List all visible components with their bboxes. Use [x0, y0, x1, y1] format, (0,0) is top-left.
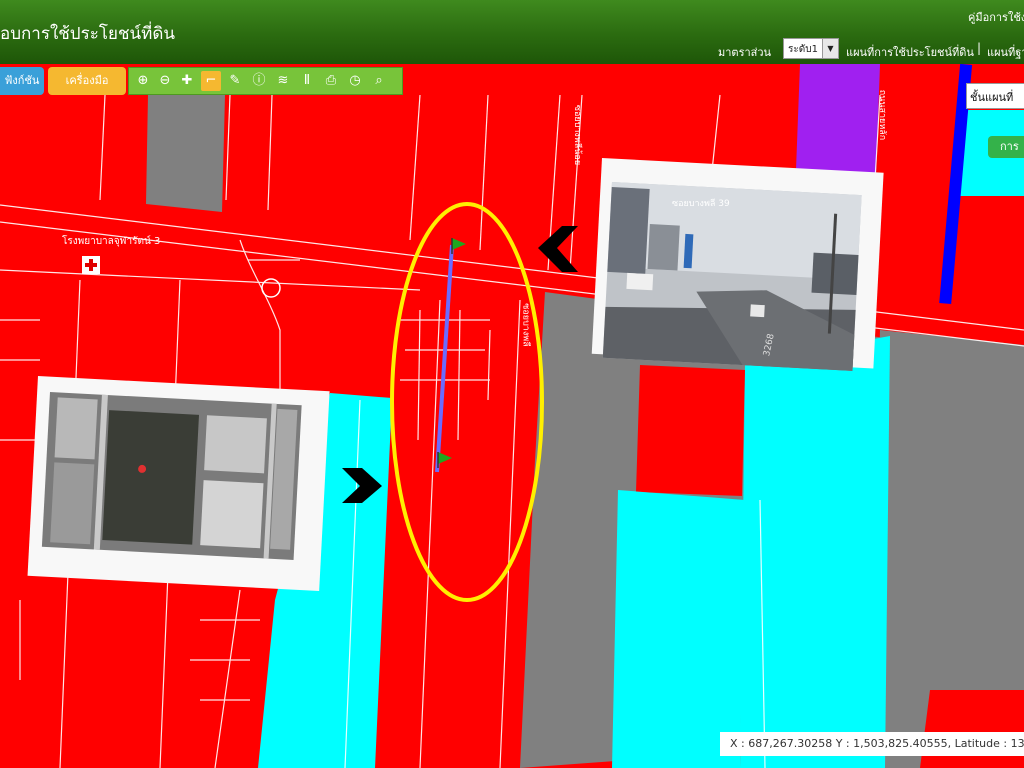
satellite-photo: [27, 376, 330, 592]
road-label-1: ซอยบางพลีน้อย: [572, 104, 583, 166]
scale-select[interactable]: ระดับ1 ▼: [783, 38, 839, 59]
clock-icon[interactable]: ◷: [345, 71, 365, 91]
pause-icon[interactable]: Ⅱ: [297, 71, 317, 91]
layers-icon[interactable]: ≋: [273, 71, 293, 91]
gray-zone-top-left: [146, 95, 225, 212]
map-toolbar: ⊕ ⊖ ✚ ⌐ ✎ ⓘ ≋ Ⅱ ⎙ ◷ ⌕: [128, 67, 403, 95]
print-icon[interactable]: ⎙: [321, 71, 341, 91]
app-title: อบการใช้ประโยชน์ที่ดิน: [0, 24, 175, 44]
red-parcel-bottom-right: [920, 690, 1024, 768]
scale-label: มาตราส่วน: [718, 46, 772, 59]
user-manual-link[interactable]: คู่มือการใช้ง: [968, 8, 1024, 26]
street-photo-caption: ซอยบางพลี 39: [672, 199, 730, 209]
road-label-3: ถนนสายหลัก: [877, 89, 888, 141]
coordinate-readout: X : 687,267.30258 Y : 1,503,825.40555, L…: [720, 732, 1024, 756]
zoom-out-icon[interactable]: ⊖: [155, 71, 175, 91]
base-map-link[interactable]: แผนที่ฐา: [987, 43, 1024, 61]
road-label-2: ซอยบางพลี: [520, 303, 531, 347]
corner-select-icon[interactable]: ⌐: [201, 71, 221, 91]
app-header: อบการใช้ประโยชน์ที่ดิน คู่มือการใช้ง มาต…: [0, 0, 1024, 64]
street-view-photo: [591, 158, 884, 371]
red-parcel-center: [636, 365, 745, 496]
purple-zone: [796, 64, 880, 175]
pan-icon[interactable]: ✚: [177, 71, 197, 91]
land-use-map[interactable]: [0, 0, 1024, 768]
ruler-icon[interactable]: ✎: [225, 71, 245, 91]
land-use-map-link[interactable]: แผนที่การใช้ประโยชน์ที่ดิน: [846, 43, 974, 61]
layer-select[interactable]: ชั้นแผนที่: [966, 83, 1024, 109]
zoom-in-icon[interactable]: ⊕: [133, 71, 153, 91]
tools-tab[interactable]: เครื่องมือ: [48, 67, 126, 95]
cyan-zone-right: [740, 336, 890, 768]
green-action-button[interactable]: การ: [988, 136, 1024, 158]
hospital-cross-icon: [82, 256, 100, 274]
cyan-zone-bottom: [612, 490, 745, 768]
chevron-down-icon[interactable]: ▼: [822, 39, 838, 58]
scale-select-value: ระดับ1: [788, 44, 818, 55]
info-icon[interactable]: ⓘ: [249, 71, 269, 91]
function-tab[interactable]: ฟังก์ชัน: [0, 67, 44, 95]
search-icon[interactable]: ⌕: [369, 71, 389, 91]
header-separator: |: [977, 41, 982, 55]
hospital-label: โรงพยาบาลจุฬารัตน์ 3: [62, 236, 161, 247]
